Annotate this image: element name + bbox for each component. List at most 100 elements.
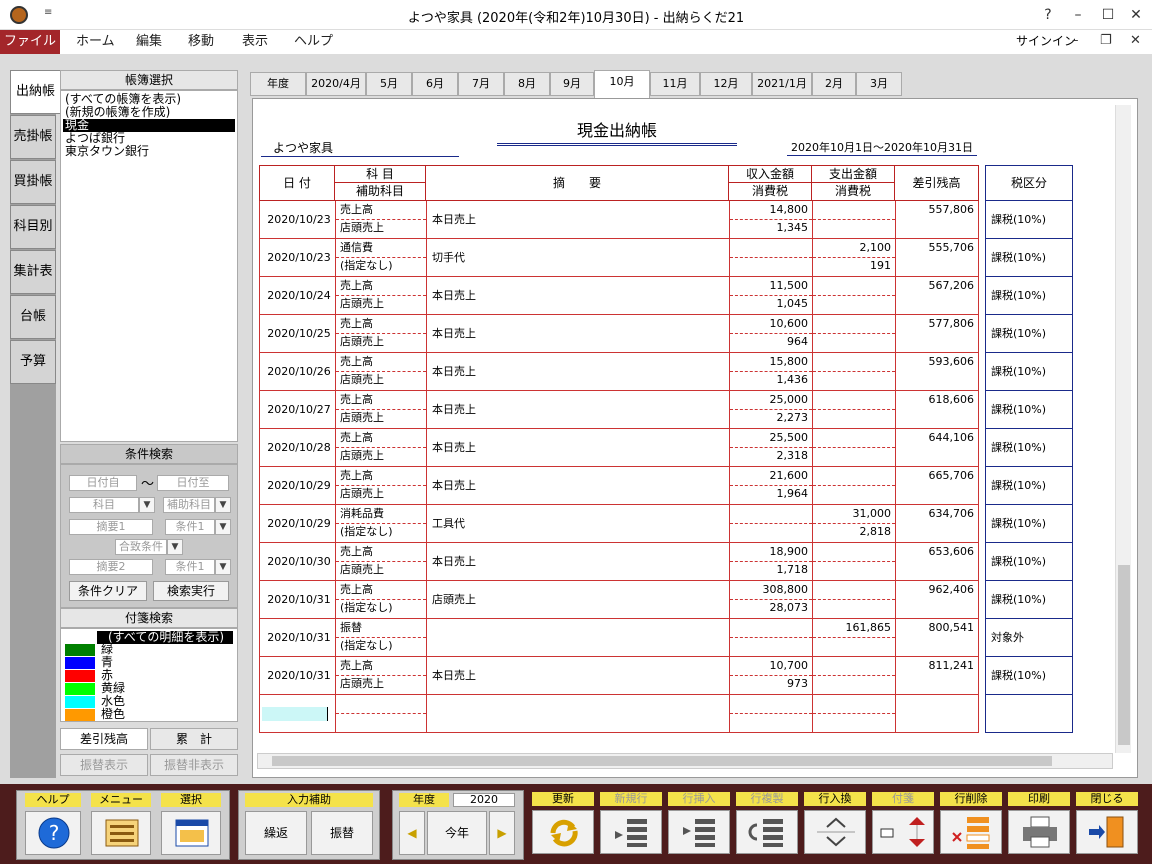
- cell-account[interactable]: 売上高: [340, 543, 373, 561]
- repeat-button[interactable]: 繰返: [245, 811, 307, 855]
- print-button[interactable]: [1008, 810, 1070, 854]
- cell-sub-account[interactable]: 店頭売上: [340, 219, 384, 237]
- cell-tax-class[interactable]: 課税(10%): [985, 543, 1073, 581]
- scroll-thumb[interactable]: [1118, 565, 1130, 745]
- book-item[interactable]: 東京タウン銀行: [65, 145, 149, 158]
- table-row[interactable]: 2020/10/25 売上高 店頭売上 本日売上 10,600 964 577,806: [259, 315, 979, 353]
- tab-help[interactable]: ヘルプ: [294, 30, 333, 54]
- cell-tax-class[interactable]: 対象外: [985, 619, 1073, 657]
- cell-account[interactable]: 通信費: [340, 239, 373, 257]
- cell-tax-class[interactable]: 課税(10%): [985, 391, 1073, 429]
- tab-month[interactable]: 5月: [366, 72, 412, 96]
- year-value[interactable]: 2020: [453, 793, 515, 807]
- cell-memo[interactable]: 店頭売上: [432, 591, 476, 609]
- cell-memo[interactable]: 工具代: [432, 515, 465, 533]
- horizontal-scrollbar[interactable]: [257, 753, 1113, 769]
- ribbon-minimize-button[interactable]: –: [1072, 30, 1079, 52]
- prev-year-button[interactable]: ◀: [399, 811, 425, 855]
- cell-account[interactable]: 売上高: [340, 467, 373, 485]
- tag-all-item[interactable]: (すべての明細を表示): [97, 631, 233, 644]
- cell-memo[interactable]: 本日売上: [432, 553, 476, 571]
- cell-account[interactable]: 振替: [340, 619, 362, 637]
- match-select[interactable]: 合致条件: [115, 539, 167, 555]
- cell-account[interactable]: 売上高: [340, 353, 373, 371]
- cell-tax-class[interactable]: 課税(10%): [985, 657, 1073, 695]
- cell-income-tax[interactable]: 1,345: [730, 219, 809, 237]
- tab-month[interactable]: 8月: [504, 72, 550, 96]
- cell-income[interactable]: 18,900: [730, 543, 809, 561]
- cell-tax-class[interactable]: 課税(10%): [985, 239, 1073, 277]
- table-row[interactable]: 2020/10/24 売上高 店頭売上 本日売上 11,500 1,045 567,206: [259, 277, 979, 315]
- tab-home[interactable]: ホーム: [76, 30, 115, 54]
- book-list[interactable]: (すべての帳簿を表示) (新規の帳簿を作成) 現金 よつば銀行 東京タウン銀行: [60, 90, 238, 442]
- maximize-button[interactable]: ☐: [1094, 4, 1122, 26]
- tab-month[interactable]: 11月: [650, 72, 700, 96]
- cell-income[interactable]: 11,500: [730, 277, 809, 295]
- table-row[interactable]: 2020/10/31 振替 (指定なし) 161,865 800,541: [259, 619, 979, 657]
- copy-row-button[interactable]: [736, 810, 798, 854]
- account-select[interactable]: 科目: [69, 497, 139, 513]
- cell-income[interactable]: 308,800: [730, 581, 809, 599]
- cell-income-tax[interactable]: 2,273: [730, 409, 809, 427]
- cell-memo[interactable]: 切手代: [432, 249, 465, 267]
- chevron-down-icon[interactable]: ▼: [215, 497, 231, 513]
- table-row[interactable]: 2020/10/31 売上高 (指定なし) 店頭売上 308,800 28,073 962,…: [259, 581, 979, 619]
- cell-expense-tax[interactable]: 191: [813, 257, 891, 275]
- cell-income-tax[interactable]: 28,073: [730, 599, 809, 617]
- transfer-button[interactable]: 振替: [311, 811, 373, 855]
- cell-memo[interactable]: 本日売上: [432, 477, 476, 495]
- memo1-input[interactable]: 摘要1: [69, 519, 153, 535]
- tab-balance[interactable]: 差引残高: [60, 728, 148, 750]
- cell-sub-account[interactable]: 店頭売上: [340, 675, 384, 693]
- cell-account[interactable]: 売上高: [340, 391, 373, 409]
- cell-sub-account[interactable]: 店頭売上: [340, 447, 384, 465]
- tab-month-active[interactable]: 10月: [594, 70, 650, 98]
- tab-month[interactable]: 2020/4月: [306, 72, 366, 96]
- new-entry-row[interactable]: [259, 695, 979, 733]
- cell-memo[interactable]: 本日売上: [432, 211, 476, 229]
- cell-date[interactable]: 2020/10/31: [264, 591, 334, 609]
- cell-income[interactable]: 25,500: [730, 429, 809, 447]
- file-tab[interactable]: ファイル: [0, 30, 60, 54]
- cell-tax-class[interactable]: 課税(10%): [985, 353, 1073, 391]
- cell-expense[interactable]: 31,000: [813, 505, 892, 523]
- cell-tax-class[interactable]: 課税(10%): [985, 201, 1073, 239]
- cell-income-tax[interactable]: 1,718: [730, 561, 809, 579]
- cell-sub-account[interactable]: 店頭売上: [340, 295, 384, 313]
- side-tab-budget[interactable]: 予算: [10, 340, 56, 384]
- tab-month[interactable]: 2月: [812, 72, 856, 96]
- cell-account[interactable]: 売上高: [340, 581, 373, 599]
- cell-tax-class[interactable]: 課税(10%): [985, 467, 1073, 505]
- this-year-button[interactable]: 今年: [427, 811, 487, 855]
- side-tab-summary[interactable]: 集計表: [10, 250, 56, 294]
- minimize-button[interactable]: –: [1064, 4, 1092, 26]
- tag-list[interactable]: (すべての明細を表示) 緑 青 赤 黄緑 水色 橙色: [60, 628, 238, 722]
- cell-account[interactable]: 売上高: [340, 277, 373, 295]
- tab-month[interactable]: 7月: [458, 72, 504, 96]
- select-button[interactable]: [161, 811, 221, 855]
- cell-account[interactable]: 売上高: [340, 315, 373, 333]
- tab-edit[interactable]: 編集: [136, 30, 162, 54]
- transfer-show-button[interactable]: 振替表示: [60, 754, 148, 776]
- cell-date[interactable]: 2020/10/27: [264, 401, 334, 419]
- cell-memo[interactable]: 本日売上: [432, 363, 476, 381]
- cell-date[interactable]: 2020/10/29: [264, 477, 334, 495]
- tab-cumulative[interactable]: 累 計: [150, 728, 238, 750]
- tab-month[interactable]: 9月: [550, 72, 594, 96]
- tab-view[interactable]: 表示: [242, 30, 268, 54]
- ribbon-close-button[interactable]: ✕: [1130, 30, 1141, 52]
- tab-month[interactable]: 12月: [700, 72, 752, 96]
- cell-sub-account[interactable]: (指定なし): [340, 523, 393, 541]
- chevron-down-icon[interactable]: ▼: [215, 559, 231, 575]
- tab-month[interactable]: 2021/1月: [752, 72, 812, 96]
- ribbon-restore-button[interactable]: ❐: [1100, 30, 1112, 52]
- transfer-hide-button[interactable]: 振替非表示: [150, 754, 238, 776]
- cell-expense-tax[interactable]: 2,818: [813, 523, 892, 541]
- cell-income-tax[interactable]: 964: [730, 333, 808, 351]
- cell-income-tax[interactable]: 1,436: [730, 371, 809, 389]
- cell-memo[interactable]: 本日売上: [432, 667, 476, 685]
- cell-date[interactable]: 2020/10/30: [264, 553, 334, 571]
- date-to-input[interactable]: 日付至: [157, 475, 229, 491]
- swap-row-button[interactable]: [804, 810, 866, 854]
- cell-account[interactable]: 売上高: [340, 429, 373, 447]
